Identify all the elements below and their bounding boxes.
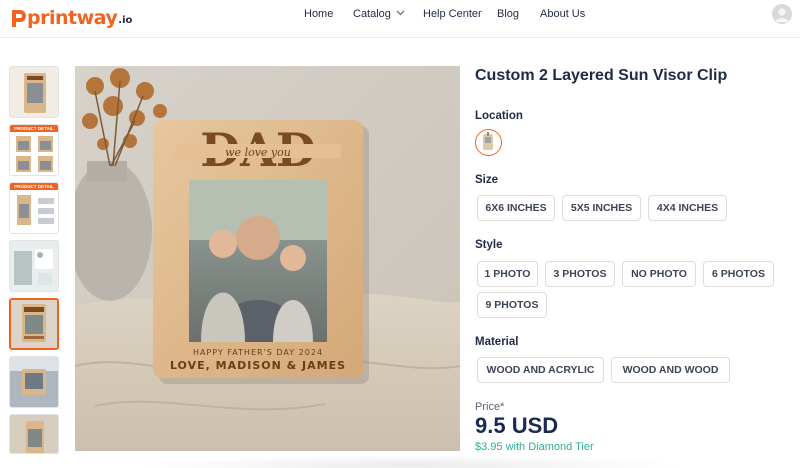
nav-catalog[interactable]: Catalog xyxy=(353,8,405,20)
style-option-1-photo[interactable]: 1 PHOTO xyxy=(477,261,538,287)
product-title: Custom 2 Layered Sun Visor Clip xyxy=(475,67,728,84)
thumbnail-1[interactable] xyxy=(9,66,59,118)
thumbnail-2-image xyxy=(16,136,53,172)
location-label: Location xyxy=(475,110,523,122)
material-label: Material xyxy=(475,336,519,348)
style-option-6-photos[interactable]: 6 PHOTOS xyxy=(703,261,774,287)
style-option-3-photos[interactable]: 3 PHOTOS xyxy=(545,261,615,287)
thumbnail-6-image xyxy=(10,357,58,407)
size-option-4x4[interactable]: 4X4 INCHES xyxy=(648,195,727,221)
bottom-shadow xyxy=(130,455,690,468)
style-option-no-photo[interactable]: NO PHOTO xyxy=(622,261,696,287)
product-photo: DAD we love you HAPPY FATHER'S DAY 2024 … xyxy=(75,66,460,451)
thumbnail-3[interactable]: PRODUCT DETAIL xyxy=(9,182,59,234)
chevron-down-icon xyxy=(396,10,405,16)
printway-logo-icon xyxy=(12,10,26,27)
material-option-wood-wood[interactable]: WOOD AND WOOD xyxy=(611,357,730,383)
sun-visor-icon xyxy=(483,132,493,150)
price-label: Price* xyxy=(475,401,505,413)
thumbnail-6[interactable] xyxy=(9,356,59,408)
thumbnail-7-image xyxy=(10,415,58,453)
thumbnail-1-image xyxy=(10,67,58,117)
thumbnail-4[interactable] xyxy=(9,240,59,292)
size-label: Size xyxy=(475,174,499,186)
location-option-selected[interactable] xyxy=(475,129,502,156)
nav-catalog-label: Catalog xyxy=(353,8,391,20)
style-option-9-photos[interactable]: 9 PHOTOS xyxy=(477,292,547,318)
avatar-silhouette xyxy=(775,8,789,22)
frame-caption-line2: LOVE, MADISON & JAMES xyxy=(170,359,346,372)
size-option-5x5[interactable]: 5X5 INCHES xyxy=(562,195,641,221)
nav-home[interactable]: Home xyxy=(304,8,333,20)
user-avatar-icon[interactable] xyxy=(772,4,792,24)
nav-about-us[interactable]: About Us xyxy=(540,8,585,20)
main-product-image: DAD we love you HAPPY FATHER'S DAY 2024 … xyxy=(75,66,460,451)
frame-caption-line1: HAPPY FATHER'S DAY 2024 xyxy=(193,348,323,357)
style-label: Style xyxy=(475,239,503,251)
brand-name: printway xyxy=(27,7,118,29)
frame-script-text: we love you xyxy=(225,146,291,159)
material-option-wood-acrylic[interactable]: WOOD AND ACRYLIC xyxy=(477,357,604,383)
diamond-tier-price: $3.95 with Diamond Tier xyxy=(475,441,594,453)
brand-logo[interactable]: printway .io xyxy=(10,4,132,28)
thumbnail-5-selected[interactable] xyxy=(9,298,59,350)
thumb-detail-banner: PRODUCT DETAIL xyxy=(10,125,58,132)
thumbnail-7[interactable] xyxy=(9,414,59,454)
thumb-detail-banner: PRODUCT DETAIL xyxy=(10,183,58,190)
site-header: printway .io Home Catalog Help Center Bl… xyxy=(0,0,800,38)
size-option-6x6[interactable]: 6X6 INCHES xyxy=(477,195,555,221)
nav-help-center[interactable]: Help Center xyxy=(423,8,482,20)
brand-suffix: .io xyxy=(118,15,133,26)
price-value: 9.5 USD xyxy=(475,413,559,438)
thumbnail-5-image xyxy=(11,300,57,348)
nav-blog[interactable]: Blog xyxy=(497,8,519,20)
thumbnail-2[interactable]: PRODUCT DETAIL xyxy=(9,124,59,176)
thumbnail-3-image xyxy=(17,195,54,225)
thumbnail-4-image xyxy=(10,241,58,291)
